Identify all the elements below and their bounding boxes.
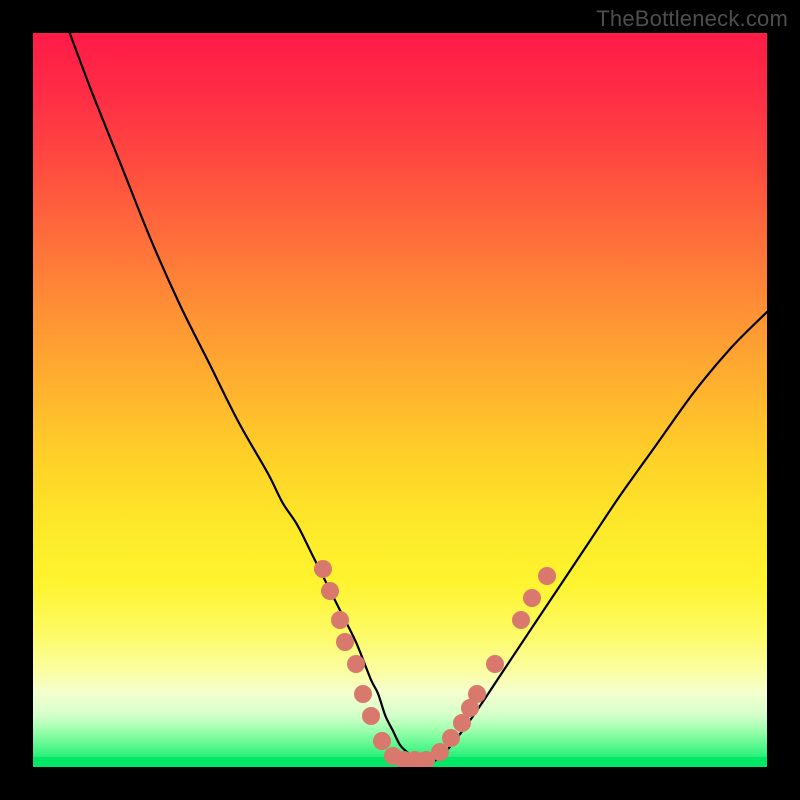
marker-dot [314,560,332,578]
marker-dot [354,685,372,703]
marker-dot [468,685,486,703]
marker-dot [538,567,556,585]
marker-dot [331,611,349,629]
marker-dot [336,633,354,651]
marker-dot [512,611,530,629]
marker-dot [321,582,339,600]
marker-dot [523,589,541,607]
marker-dot [362,707,380,725]
marker-dot [486,655,504,673]
chart-canvas: TheBottleneck.com [0,0,800,800]
marker-layer [33,33,767,767]
marker-dot [347,655,365,673]
watermark-text: TheBottleneck.com [596,6,788,32]
plot-area [33,33,767,767]
